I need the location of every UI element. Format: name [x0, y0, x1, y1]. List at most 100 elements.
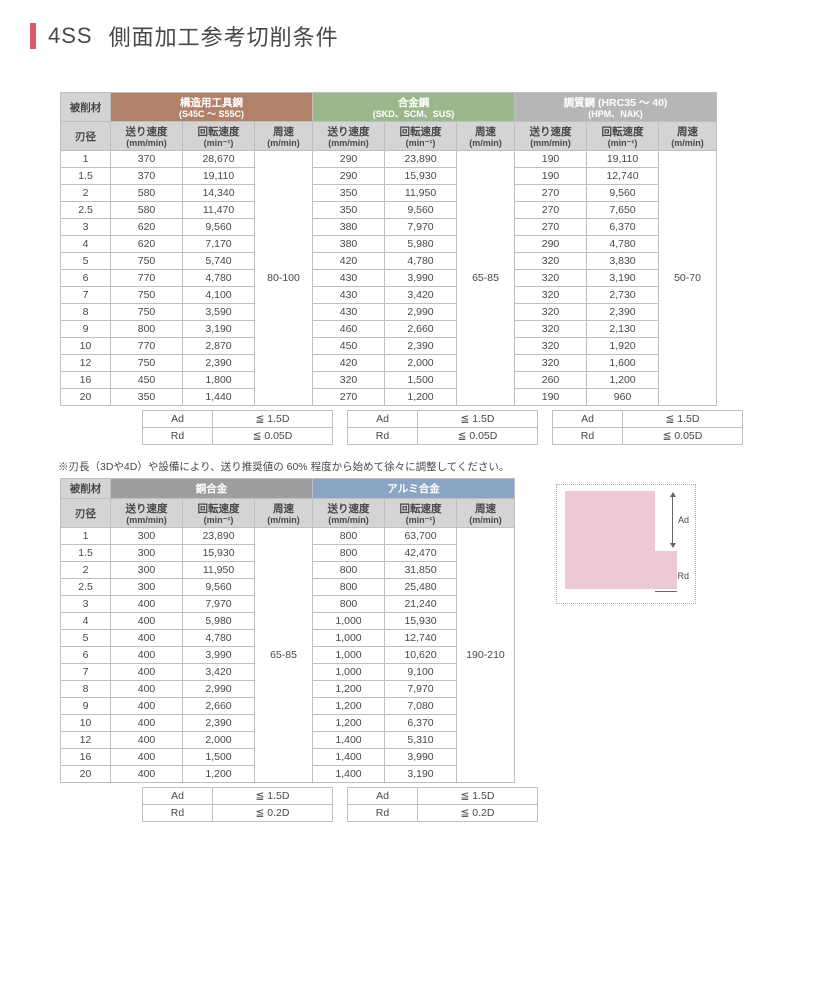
hdr-vs: 周速(m/min) — [255, 122, 313, 151]
cell: 800 — [111, 321, 183, 338]
cell: 2,000 — [385, 355, 457, 372]
material-2-sub: (SKD、SCM、SUS) — [317, 110, 510, 119]
cell: 65-85 — [255, 528, 313, 783]
cell: 580 — [111, 185, 183, 202]
cell: 4,780 — [385, 253, 457, 270]
diagram-ad-arrow — [672, 493, 673, 547]
cell: 1,400 — [313, 732, 385, 749]
cell: 10,620 — [385, 647, 457, 664]
cutting-conditions-table-1: 被削材 構造用工具鋼 (S45C ～ S55C) 合金鋼 (SKD、SCM、SU… — [60, 92, 717, 406]
hdr-material-3: 調質鋼 (HRC35 ～ 40) (HPM、NAK) — [515, 93, 717, 122]
cell: 9,560 — [183, 219, 255, 236]
cell: 400 — [111, 749, 183, 766]
cell: 2,990 — [183, 681, 255, 698]
cell: 190 — [515, 151, 587, 168]
cell: 430 — [313, 287, 385, 304]
ad-label: Ad — [348, 788, 418, 805]
rd-label: Rd — [348, 428, 418, 445]
cell: 1,400 — [313, 766, 385, 783]
cell: 620 — [111, 236, 183, 253]
ad-rd-table: Ad≦ 1.5D Rd≦ 0.2D — [347, 787, 538, 822]
cell: 6 — [61, 647, 111, 664]
cell: 4,100 — [183, 287, 255, 304]
cell: 7,170 — [183, 236, 255, 253]
cell: 420 — [313, 253, 385, 270]
cell: 63,700 — [385, 528, 457, 545]
cell: 11,950 — [183, 562, 255, 579]
cell: 31,850 — [385, 562, 457, 579]
cell: 12 — [61, 355, 111, 372]
cell: 1,500 — [385, 372, 457, 389]
cell: 1,000 — [313, 630, 385, 647]
cell: 770 — [111, 338, 183, 355]
ad-rd-table: Ad≦ 1.5D Rd≦ 0.05D — [142, 410, 333, 445]
cell: 460 — [313, 321, 385, 338]
cell: 270 — [515, 185, 587, 202]
cell: 400 — [111, 664, 183, 681]
cell: 23,890 — [385, 151, 457, 168]
cell: 28,670 — [183, 151, 255, 168]
cell: 2,390 — [183, 715, 255, 732]
ad-value: ≦ 1.5D — [418, 411, 538, 428]
cell: 12,740 — [385, 630, 457, 647]
cell: 800 — [313, 579, 385, 596]
cell: 2,390 — [587, 304, 659, 321]
cell: 450 — [313, 338, 385, 355]
cell: 290 — [515, 236, 587, 253]
cell: 800 — [313, 596, 385, 613]
hdr-feed: 送り速度(mm/min) — [111, 122, 183, 151]
table-row: 2.558011,4703509,5602707,650 — [61, 202, 717, 219]
cell: 14,340 — [183, 185, 255, 202]
cell: 6 — [61, 270, 111, 287]
cell: 400 — [111, 681, 183, 698]
hdr-vs: 周速(m/min) — [659, 122, 717, 151]
cell: 23,890 — [183, 528, 255, 545]
cell: 7,970 — [183, 596, 255, 613]
cell: 370 — [111, 168, 183, 185]
cell: 1,200 — [385, 389, 457, 406]
ad-value: ≦ 1.5D — [418, 788, 538, 805]
cell: 190 — [515, 389, 587, 406]
ad-label: Ad — [143, 411, 213, 428]
cell: 7,080 — [385, 698, 457, 715]
table-row: 77504,1004303,4203202,730 — [61, 287, 717, 304]
cell: 2 — [61, 185, 111, 202]
cell: 1,500 — [183, 749, 255, 766]
cell: 400 — [111, 698, 183, 715]
cell: 6,370 — [385, 715, 457, 732]
cell: 380 — [313, 236, 385, 253]
cell: 430 — [313, 270, 385, 287]
cell: 5,980 — [183, 613, 255, 630]
cell: 5,740 — [183, 253, 255, 270]
material-1-sub: (S45C ～ S55C) — [115, 110, 308, 119]
hdr-feed: 送り速度(mm/min) — [515, 122, 587, 151]
cell: 7,970 — [385, 681, 457, 698]
cell: 1,200 — [313, 681, 385, 698]
ad-rd-diagram: Ad Rd — [556, 484, 696, 604]
cell: 2,660 — [183, 698, 255, 715]
cell: 3,420 — [183, 664, 255, 681]
cell: 2.5 — [61, 202, 111, 219]
table-row: 67704,7804303,9903203,190 — [61, 270, 717, 287]
title-code: 4SS — [48, 23, 93, 49]
table-row: 130023,89065-8580063,700190-210 — [61, 528, 515, 545]
table-row: 98003,1904602,6603202,130 — [61, 321, 717, 338]
cell: 380 — [313, 219, 385, 236]
diagram-ad-label: Ad — [678, 515, 689, 525]
cell: 750 — [111, 355, 183, 372]
cell: 960 — [587, 389, 659, 406]
cell: 320 — [515, 338, 587, 355]
cell: 21,240 — [385, 596, 457, 613]
cell: 6,370 — [587, 219, 659, 236]
cell: 1,000 — [313, 613, 385, 630]
cell: 2,870 — [183, 338, 255, 355]
cell: 3,830 — [587, 253, 659, 270]
cell: 450 — [111, 372, 183, 389]
ad-rd-table: Ad≦ 1.5D Rd≦ 0.05D — [552, 410, 743, 445]
hdr-rpm: 回転速度(min⁻¹) — [385, 122, 457, 151]
cell: 12,740 — [587, 168, 659, 185]
ad-label: Ad — [348, 411, 418, 428]
rd-value: ≦ 0.05D — [213, 428, 333, 445]
hdr-feed: 送り速度(mm/min) — [111, 499, 183, 528]
cell: 7 — [61, 287, 111, 304]
